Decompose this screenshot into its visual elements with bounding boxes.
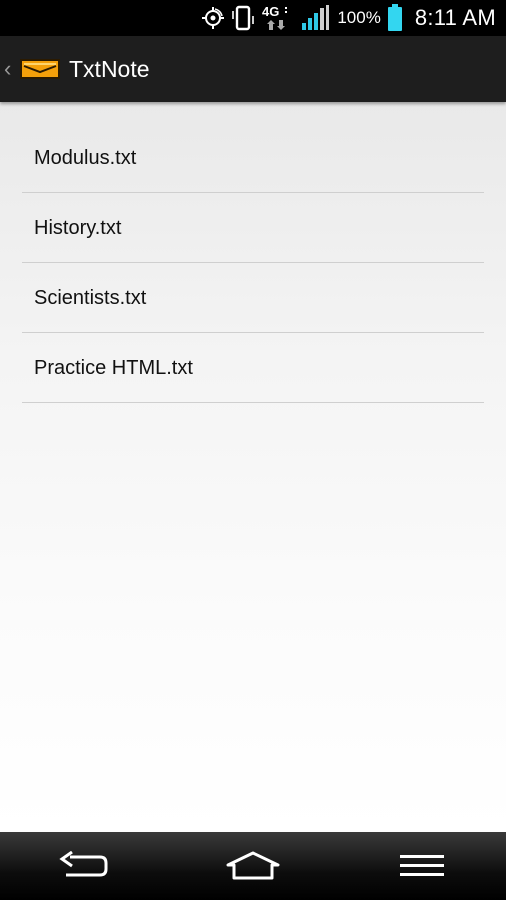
vibrate-icon [231,4,255,32]
network-label: 4G [262,4,279,19]
navigation-bar [0,832,506,900]
4g-lte-data-icon: 4G [261,4,295,32]
status-bar: 4G 100% 8:11 AM [0,0,506,36]
file-list-panel: Modulus.txt History.txt Scientists.txt P… [0,102,506,832]
home-icon [226,851,280,880]
chevron-left-icon[interactable]: ‹ [4,56,16,82]
home-button[interactable] [198,832,308,900]
menu-button[interactable] [367,832,477,900]
menu-icon [399,855,444,876]
signal-strength-icon [301,5,330,31]
file-item-history[interactable]: History.txt [22,194,484,263]
file-item-scientists[interactable]: Scientists.txt [22,264,484,333]
file-list: Modulus.txt History.txt Scientists.txt P… [0,124,506,404]
app-title: TxtNote [69,55,150,82]
envelope-logo-icon[interactable] [20,58,60,80]
battery-percentage: 100% [337,8,381,27]
battery-icon [387,4,403,32]
back-icon [59,851,108,877]
back-button[interactable] [29,832,139,900]
clock: 8:11 AM [414,5,496,30]
location-target-icon [201,6,225,30]
file-item-modulus[interactable]: Modulus.txt [22,124,484,193]
action-bar: ‹ TxtNote [0,36,506,102]
file-item-practice-html[interactable]: Practice HTML.txt [22,334,484,403]
